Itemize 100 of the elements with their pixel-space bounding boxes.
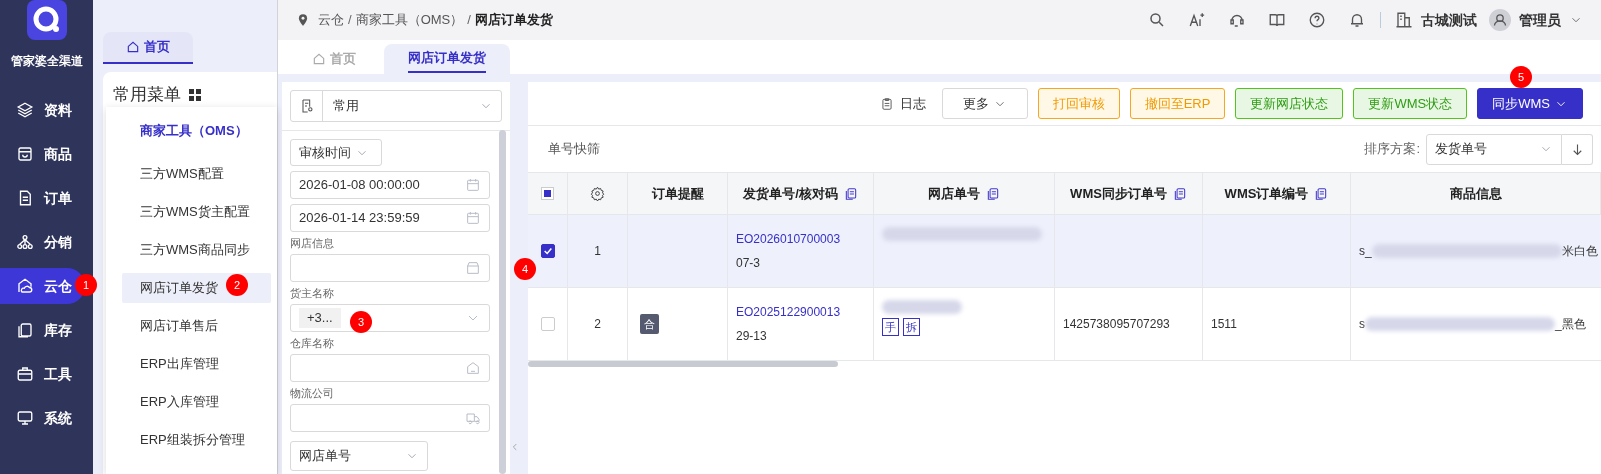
row-checkbox[interactable]: [540, 244, 555, 258]
breadcrumb-separator: /: [348, 11, 352, 30]
nav-item[interactable]: 订单: [0, 180, 93, 216]
field-label: 仓库名称: [290, 337, 335, 350]
table-row[interactable]: 2 合 EO2025122900013 29-13 手 拆 1425738095707293 1511 s _黑色: [528, 288, 1601, 361]
cloud-house-icon: [16, 277, 34, 295]
home-tab[interactable]: 首页: [103, 32, 193, 64]
breadcrumb-separator: /: [467, 11, 471, 30]
date-field[interactable]: 2026-01-08 00:00:00: [290, 171, 490, 199]
logo-icon: [26, 0, 67, 40]
location-icon: [296, 13, 310, 27]
nav-item[interactable]: 分销: [0, 224, 93, 260]
nav-item[interactable]: 系统: [0, 400, 93, 436]
grid-icon: [189, 88, 201, 101]
submenu-item[interactable]: 网店订单售后: [122, 311, 271, 341]
settings-icon[interactable]: [590, 186, 605, 201]
calendar-icon: [465, 210, 481, 226]
building-icon: [1395, 11, 1413, 29]
order-mark-tag: 手: [882, 318, 899, 336]
copy-icon[interactable]: [1314, 186, 1329, 201]
avatar-icon[interactable]: [1489, 9, 1511, 31]
sort-label: 排序方案:: [1364, 140, 1420, 159]
check-code: 29-13: [736, 328, 768, 345]
scrollbar[interactable]: [499, 130, 506, 474]
breadcrumb-item[interactable]: 商家工具（OMS）: [355, 10, 464, 30]
table-cell-text: 1511: [1211, 316, 1237, 333]
field-label: 网店信息: [290, 237, 335, 250]
copy-icon[interactable]: [1172, 186, 1187, 201]
nav-item[interactable]: 库存: [0, 312, 93, 348]
nav-item[interactable]: 资料: [0, 92, 93, 128]
date-field[interactable]: 2026-01-14 23:59:59: [290, 204, 490, 232]
submenu-item[interactable]: 三方WMS商品同步: [122, 235, 271, 265]
row-number: 2: [594, 316, 601, 333]
horizontal-scrollbar[interactable]: [528, 361, 838, 367]
scheme-select[interactable]: 常用: [290, 90, 502, 122]
more-button[interactable]: 更多: [941, 88, 1028, 119]
breadcrumb-item[interactable]: 云仓: [318, 10, 344, 30]
submenu-item[interactable]: ERP出库管理: [122, 349, 271, 379]
sort-select[interactable]: 发货单号: [1426, 133, 1562, 165]
input-field[interactable]: [290, 354, 490, 382]
field-label: 物流公司: [290, 387, 335, 400]
product-text: 米白色: [1561, 243, 1598, 260]
layers-icon: [16, 101, 34, 119]
breadcrumb-item: 网店订单发货: [474, 11, 553, 30]
app-name: 管家婆全渠道: [10, 53, 83, 70]
help-icon[interactable]: [1308, 11, 1326, 29]
bell-icon[interactable]: [1348, 11, 1366, 29]
merge-tag: 合: [640, 314, 659, 334]
product-text: s: [1359, 316, 1365, 333]
row-number: 1: [594, 243, 601, 260]
house-icon: [465, 360, 481, 376]
time-type-select[interactable]: 审核时间: [290, 139, 382, 166]
page-tab[interactable]: 网店订单发货: [384, 44, 510, 74]
company-name[interactable]: 古城测试: [1421, 9, 1477, 31]
copy-icon[interactable]: [986, 186, 1000, 201]
product-text: _黑色: [1555, 316, 1586, 333]
toolbox-icon: [16, 365, 34, 383]
copy-icon[interactable]: [843, 186, 858, 201]
log-button[interactable]: 日志: [879, 93, 926, 114]
home-icon: [126, 40, 140, 54]
order-type-select[interactable]: 网店单号: [290, 441, 428, 471]
search-icon[interactable]: [1148, 11, 1166, 29]
submenu-item[interactable]: ERP组装拆分管理: [122, 425, 271, 455]
table-cell-text: 1425738095707293: [1063, 316, 1170, 333]
submenu-item[interactable]: ERP入库管理: [122, 387, 271, 417]
column-title: WMS同步订单号: [1070, 184, 1167, 203]
field-label: 货主名称: [290, 287, 335, 300]
menu-title: 常用菜单: [113, 84, 181, 106]
submenu-item[interactable]: 三方WMS货主配置: [122, 197, 271, 227]
nav-item[interactable]: 商品: [0, 136, 93, 172]
action-button[interactable]: 同步WMS: [1477, 88, 1583, 119]
truck-icon: [465, 410, 481, 426]
column-title: 发货单号/核对码: [743, 184, 838, 203]
shop-icon: [465, 260, 481, 276]
submenu-heading: 商家工具（OMS）: [139, 122, 249, 140]
box-icon: [16, 145, 34, 163]
input-field[interactable]: [290, 254, 490, 282]
network-icon: [16, 233, 34, 251]
selection-tag: +3...: [299, 308, 341, 328]
table-row[interactable]: 1 EO2026010700003 07-3 s_ 米白色: [528, 215, 1601, 288]
user-name[interactable]: 管理员: [1519, 9, 1561, 31]
product-text: s_: [1359, 243, 1372, 260]
check-code: 07-3: [736, 255, 762, 272]
column-title: 商品信息: [1449, 184, 1502, 203]
order-number-link[interactable]: EO2026010700003: [736, 230, 865, 248]
input-field[interactable]: [290, 404, 490, 432]
quick-filter-label: 单号快筛: [548, 140, 600, 159]
order-number-link[interactable]: EO2025122900013: [736, 303, 865, 321]
home-icon: [312, 52, 326, 66]
clipboard-icon: [16, 321, 34, 339]
calendar-icon: [465, 177, 481, 193]
nav-item[interactable]: 工具: [0, 356, 93, 392]
check-icon: [542, 246, 553, 256]
column-title: 订单提醒: [651, 184, 704, 203]
select-all-checkbox[interactable]: [541, 187, 554, 200]
submenu-item[interactable]: 三方WMS配置: [122, 159, 271, 189]
book-icon[interactable]: [1268, 11, 1286, 29]
monitor-icon: [16, 409, 34, 427]
ai-sparkle-icon[interactable]: [1188, 11, 1206, 29]
order-mark-tag: 拆: [903, 318, 920, 336]
